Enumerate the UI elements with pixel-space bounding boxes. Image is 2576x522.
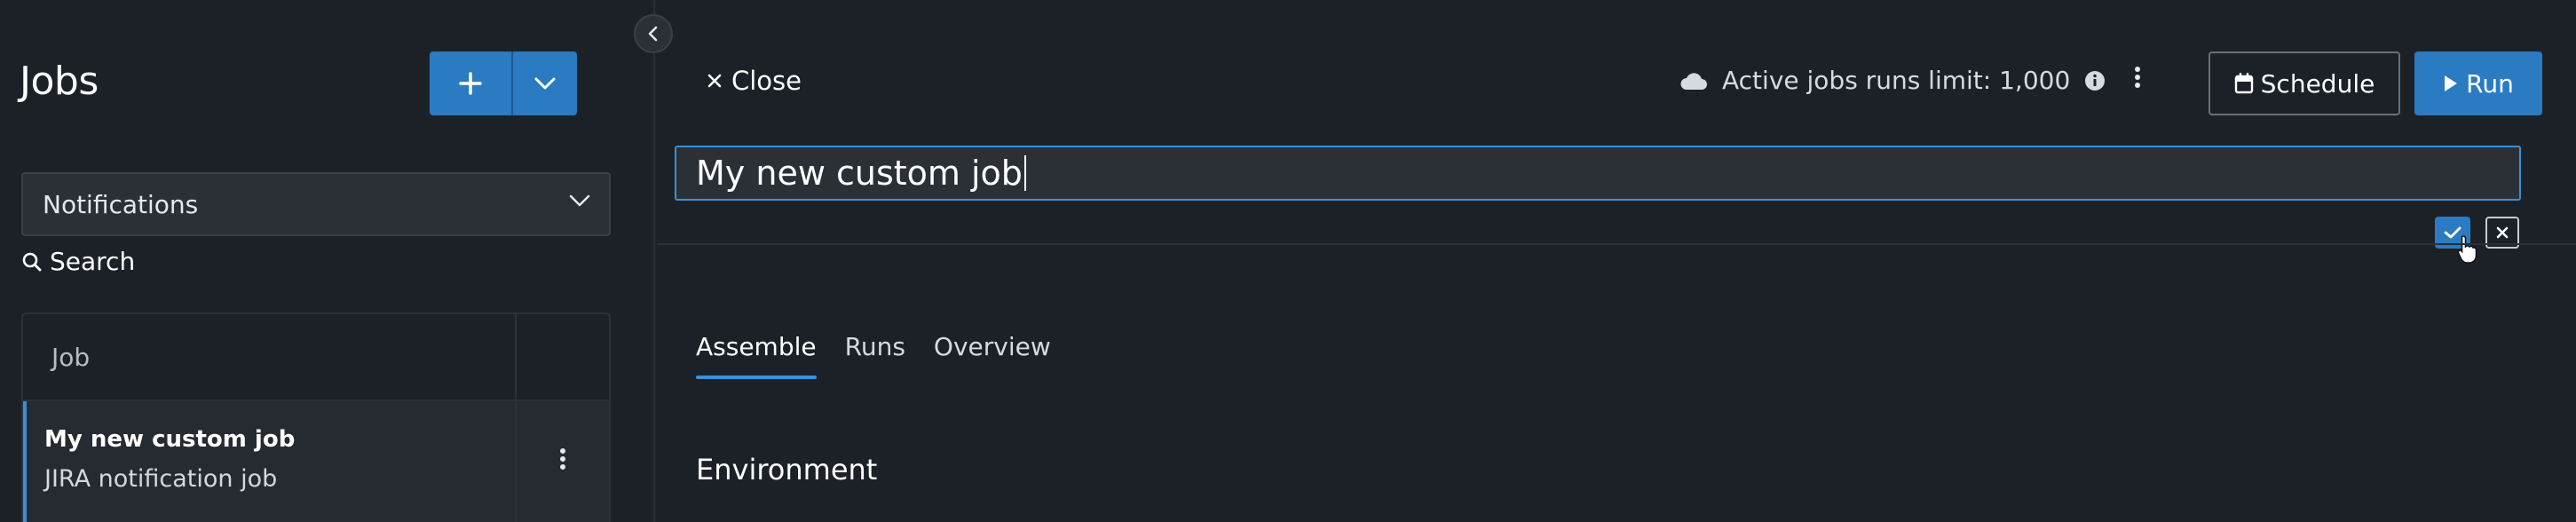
text-caret (1023, 155, 1026, 191)
schedule-label: Schedule (2260, 68, 2375, 99)
add-job-dropdown-button[interactable] (511, 51, 577, 115)
page-title: Jobs (20, 59, 99, 104)
more-actions-button[interactable] (2134, 66, 2141, 92)
tab-runs[interactable]: Runs (845, 332, 905, 379)
jobs-table: Job My new custom job JIRA notification … (21, 312, 611, 522)
jobs-sidebar: Jobs Notifications Search Job My new cus… (0, 0, 655, 522)
schedule-button[interactable]: Schedule (2209, 51, 2400, 115)
calendar-icon (2234, 73, 2253, 94)
info-icon[interactable] (2084, 70, 2106, 91)
job-name-value: My new custom job (696, 154, 1023, 193)
plus-icon (459, 72, 482, 95)
chevron-left-icon (648, 26, 658, 42)
run-button[interactable]: Run (2414, 51, 2542, 115)
table-row[interactable]: My new custom job JIRA notification job (23, 401, 609, 522)
job-type-select-value: Notifications (43, 189, 199, 219)
tab-assemble[interactable]: Assemble (696, 332, 817, 379)
table-header-row: Job (23, 314, 609, 401)
play-icon (2445, 75, 2458, 91)
runs-limit-info: Active jobs runs limit: 1,000 (1679, 66, 2106, 95)
chevron-down-icon (569, 194, 590, 207)
job-subtitle: JIRA notification job (44, 465, 278, 493)
job-title: My new custom job (44, 426, 296, 453)
column-header-job[interactable]: Job (23, 314, 517, 399)
close-icon (2496, 226, 2509, 239)
runs-limit-text: Active jobs runs limit: 1,000 (1722, 66, 2071, 95)
collapse-sidebar-button[interactable] (634, 14, 673, 53)
close-label: Close (731, 66, 802, 96)
add-job-button[interactable] (430, 51, 511, 115)
job-name-input[interactable]: My new custom job (675, 146, 2521, 201)
cloud-icon (1680, 72, 1707, 90)
chevron-down-icon (534, 77, 556, 90)
tab-overview[interactable]: Overview (934, 332, 1051, 379)
header-divider (657, 243, 2576, 245)
row-actions-button[interactable] (517, 401, 609, 522)
job-type-select[interactable]: Notifications (21, 172, 611, 236)
hand-pointer-cursor-icon (2457, 235, 2477, 264)
run-label: Run (2466, 68, 2514, 99)
search-label: Search (50, 247, 136, 276)
kebab-menu-icon (560, 448, 565, 470)
kebab-menu-icon (2135, 67, 2140, 88)
search-button[interactable]: Search (21, 247, 135, 276)
table-row-main: My new custom job JIRA notification job (27, 401, 517, 522)
job-tabs: Assemble Runs Overview (696, 332, 1051, 379)
close-button[interactable]: Close (707, 66, 802, 96)
close-icon (707, 74, 722, 88)
search-icon (22, 252, 42, 271)
add-job-button-group (430, 51, 577, 115)
environment-section-title: Environment (696, 453, 878, 486)
